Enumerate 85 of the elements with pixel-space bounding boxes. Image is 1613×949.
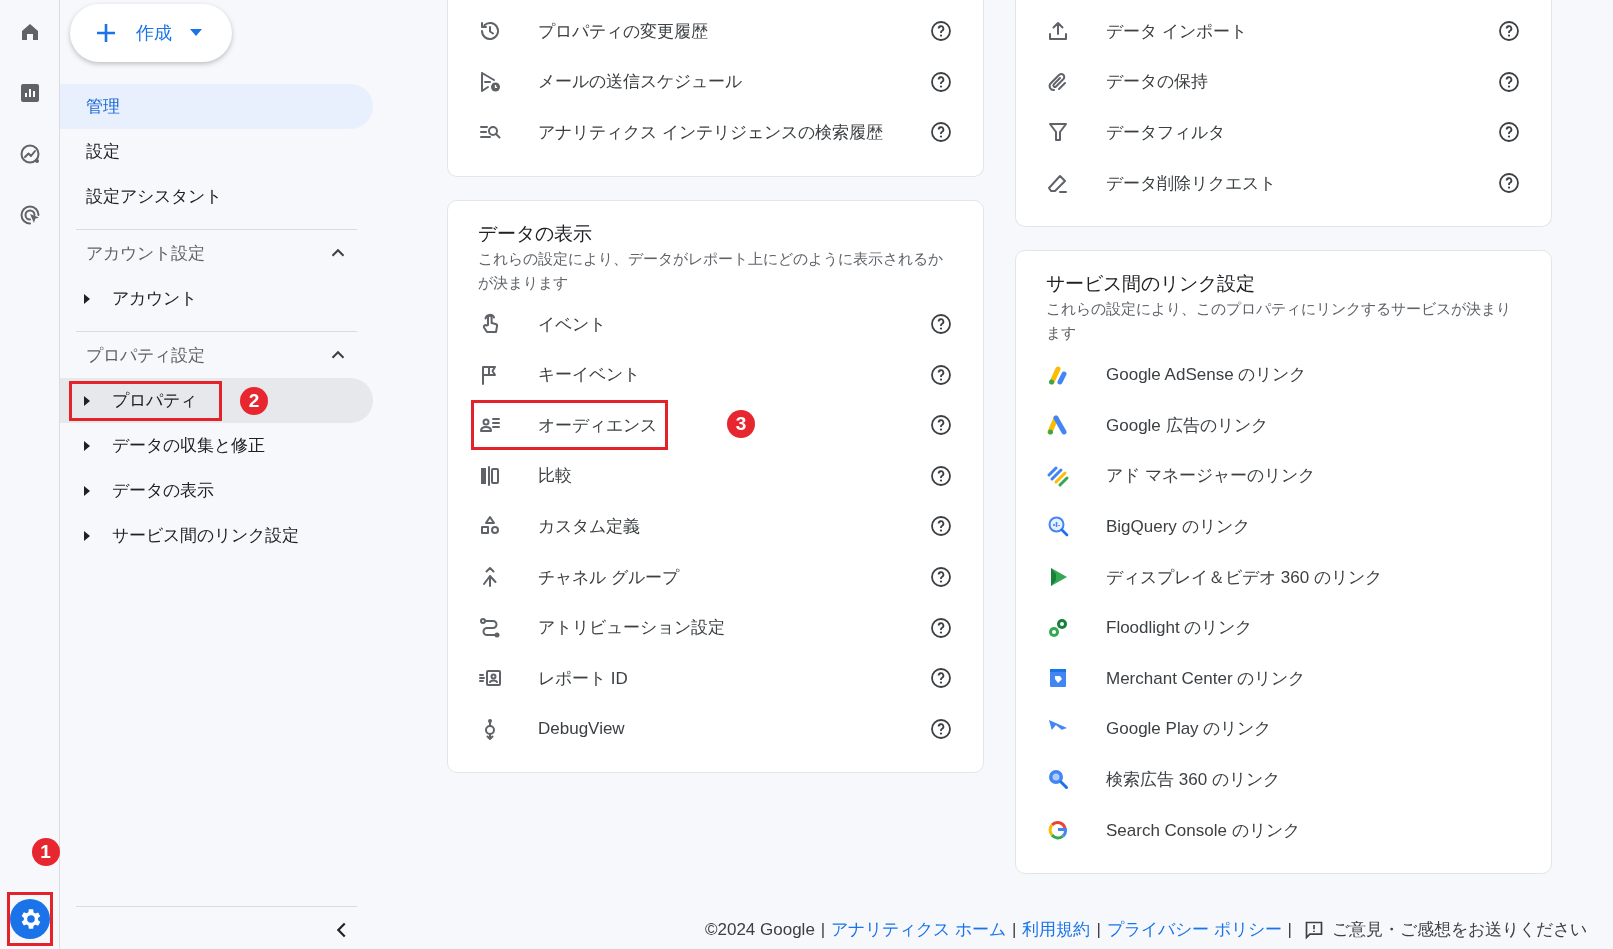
copyright-text: ©2024 Google [704, 919, 815, 940]
menu-item[interactable]: プロパティの変更履歴 [478, 6, 953, 57]
menu-item[interactable]: Google Play のリンク [1046, 703, 1521, 755]
callout-badge: 2 [240, 387, 268, 415]
callout-badge: 1 [31, 838, 60, 866]
route-icon [478, 615, 502, 640]
menu-item[interactable]: Search Console のリンク [1046, 804, 1521, 856]
help-icon[interactable] [1497, 120, 1521, 145]
menu-item[interactable]: 検索広告 360 のリンク [1046, 754, 1521, 805]
separator-text: | [820, 919, 826, 940]
menu-item[interactable]: イベント [478, 298, 953, 350]
menu-item[interactable]: チャネル グループ [478, 551, 953, 603]
menu-item[interactable]: アナリティクス インテリジェンスの検索履歴 [478, 107, 953, 158]
footer-link[interactable]: 利用規約 [1022, 918, 1091, 941]
help-icon[interactable] [929, 666, 953, 691]
settings-icon[interactable] [9, 899, 50, 939]
card-description: これらの設定により、データがレポート上にどのように表示されるかが決まります [478, 249, 944, 293]
menu-item[interactable]: アド マネージャーのリンク [1046, 450, 1521, 502]
menu-item[interactable]: キーイベント [478, 349, 953, 400]
help-icon[interactable] [929, 362, 953, 387]
expand-arrow-icon[interactable] [84, 440, 90, 451]
help-icon[interactable] [929, 615, 953, 640]
nav-item[interactable]: 設定アシスタント [60, 174, 373, 219]
menu-item[interactable]: ディスプレイ＆ビデオ 360 のリンク [1046, 551, 1521, 603]
menu-item[interactable]: カスタム定義 [478, 501, 953, 552]
callout-badge: 3 [727, 409, 755, 438]
help-icon[interactable] [929, 69, 953, 94]
menu-item[interactable]: Merchant Center のリンク [1046, 652, 1521, 704]
separator-text: | [1287, 919, 1292, 940]
menu-item[interactable]: Floodlight のリンク [1046, 602, 1521, 653]
create-button[interactable]: 作成 [70, 4, 232, 62]
section-title: アカウント設定 [86, 242, 205, 265]
menu-item[interactable]: Google 広告のリンク [1046, 399, 1521, 451]
triangle-a-icon [1046, 413, 1070, 438]
card-title: データの表示 [478, 221, 593, 246]
menu-item[interactable]: データの表示 [112, 479, 214, 502]
menu-item[interactable]: データの保持 [1046, 56, 1521, 108]
menu-item[interactable]: BigQuery のリンク [1046, 501, 1521, 552]
menu-item[interactable]: データの収集と修正 [112, 434, 265, 457]
help-icon[interactable] [929, 463, 953, 488]
menu-item[interactable]: 比較 [478, 450, 953, 502]
menu-item[interactable]: DebugView [478, 703, 953, 755]
columns-icon [478, 463, 502, 488]
separator-text: | [1012, 919, 1017, 940]
section-title: プロパティ設定 [86, 344, 205, 367]
menu-item[interactable]: データ削除リクエスト [1046, 157, 1521, 209]
feedback-icon[interactable] [1304, 919, 1324, 940]
menu-item[interactable]: プロパティ [112, 389, 197, 412]
highlight-frame: オーディエンス [471, 400, 668, 451]
help-icon[interactable] [929, 312, 953, 337]
separator-text: | [1096, 919, 1101, 940]
menu-item[interactable]: Google AdSense のリンク [1046, 349, 1521, 400]
help-icon[interactable] [1497, 69, 1521, 94]
footer-link[interactable]: アナリティクス ホーム [831, 918, 1006, 941]
expand-arrow-icon[interactable] [84, 530, 90, 541]
caret-icon [190, 29, 202, 37]
menu-item[interactable]: レポート ID [478, 652, 953, 704]
menu-item[interactable]: アカウント [112, 287, 197, 310]
plus-icon [94, 21, 118, 45]
menu-item[interactable]: メールの送信スケジュール [478, 56, 953, 108]
document-clock-icon [478, 69, 502, 94]
expand-arrow-icon[interactable] [84, 485, 90, 496]
expand-arrow-icon[interactable] [84, 293, 90, 304]
expand-arrow-icon[interactable] [84, 395, 90, 406]
help-icon[interactable] [929, 565, 953, 590]
menu-item[interactable]: データフィルタ [1046, 107, 1521, 158]
colored-ring-icon [1046, 818, 1070, 842]
footer-link[interactable]: プライバシー ポリシー [1106, 918, 1282, 941]
card-title: サービス間のリンク設定 [1046, 272, 1256, 297]
magnifier-chart-icon [1046, 514, 1070, 539]
help-icon[interactable] [929, 19, 953, 44]
feedback-link[interactable]: ご意見・ご感想をお送りください [1332, 918, 1587, 941]
card-description: これらの設定により、このプロパティにリンクするサービスが決まります [1046, 300, 1512, 344]
menu-item[interactable]: データ インポート [1046, 6, 1521, 57]
help-icon[interactable] [929, 413, 953, 438]
help-icon[interactable] [1497, 171, 1521, 196]
help-icon[interactable] [929, 716, 953, 741]
nav-item[interactable]: 管理 [60, 84, 373, 129]
menu-item[interactable]: サービス間のリンク設定 [112, 524, 299, 547]
help-icon[interactable] [929, 514, 953, 539]
help-icon[interactable] [929, 120, 953, 145]
magnifier-icon [1046, 767, 1070, 792]
help-icon[interactable] [1497, 19, 1521, 44]
menu-item[interactable]: アトリビューション設定 [478, 602, 953, 653]
nav-item[interactable]: 設定 [60, 129, 373, 174]
